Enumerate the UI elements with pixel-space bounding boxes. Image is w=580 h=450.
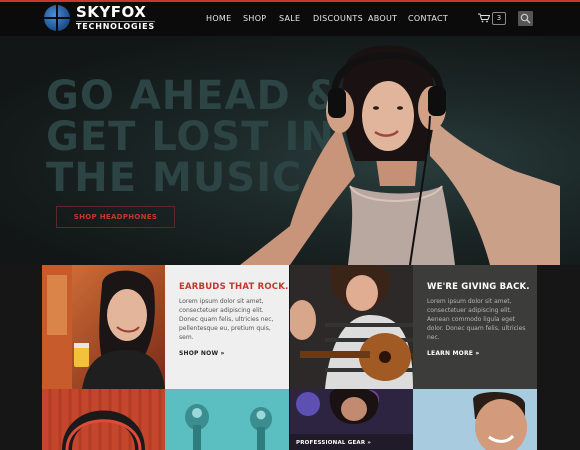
nav-shop[interactable]: SHOP [243, 14, 266, 23]
globe-logo-icon [44, 5, 70, 31]
giving-body: Lorem ipsum dolor sit amet, consectetuer… [427, 298, 526, 341]
nav-discounts[interactable]: DISCOUNTS [313, 14, 363, 23]
shop-headphones-button[interactable]: SHOP HEADPHONES [56, 206, 175, 228]
tile-earbuds: EARBUDS THAT ROCK. Lorem ipsum dolor sit… [165, 265, 289, 389]
tile-professional-gear[interactable]: PROFESSIONAL GEAR » [290, 389, 413, 450]
giving-title: WE'RE GIVING BACK. [427, 282, 530, 292]
red-headphones-image [42, 389, 165, 450]
guitar-player-image [290, 265, 413, 389]
girl-with-coffee-image [42, 265, 165, 389]
logo-line1: SKYFOX [76, 3, 147, 21]
nav-home[interactable]: HOME [206, 14, 231, 23]
shop-now-link[interactable]: SHOP NOW » [179, 350, 225, 357]
tile-headphones-red[interactable] [42, 389, 165, 450]
nav-sale[interactable]: SALE [279, 14, 300, 23]
nav-contact[interactable]: CONTACT [408, 14, 448, 23]
nav-about[interactable]: ABOUT [368, 14, 397, 23]
teal-earbuds-image [165, 389, 289, 450]
earbuds-body: Lorem ipsum dolor sit amet, consectetuer… [179, 298, 274, 341]
hero-banner: GO AHEAD & GET LOST IN THE MUSIC. SHOP H… [0, 36, 580, 265]
tile-guitar-photo[interactable] [290, 265, 413, 389]
tile-earbuds-teal[interactable] [165, 389, 289, 450]
professional-gear-link[interactable]: PROFESSIONAL GEAR » [296, 440, 371, 446]
logo[interactable]: SKYFOX TECHNOLOGIES [44, 5, 155, 31]
learn-more-link[interactable]: LEARN MORE » [427, 350, 479, 357]
hero-girl-headphones-image [240, 45, 560, 265]
tile-earbuds-photo[interactable] [42, 265, 165, 389]
earbuds-title: EARBUDS THAT ROCK. [179, 282, 289, 292]
smiling-man-image [413, 389, 537, 450]
logo-line2: TECHNOLOGIES [76, 21, 155, 31]
tile-giving-back: WE'RE GIVING BACK. Lorem ipsum dolor sit… [413, 265, 537, 389]
tile-man-photo[interactable] [413, 389, 537, 450]
search-button[interactable] [518, 11, 533, 26]
cart-count-badge[interactable]: 3 [492, 12, 506, 25]
search-icon [520, 13, 531, 24]
cart-icon[interactable] [478, 13, 490, 23]
